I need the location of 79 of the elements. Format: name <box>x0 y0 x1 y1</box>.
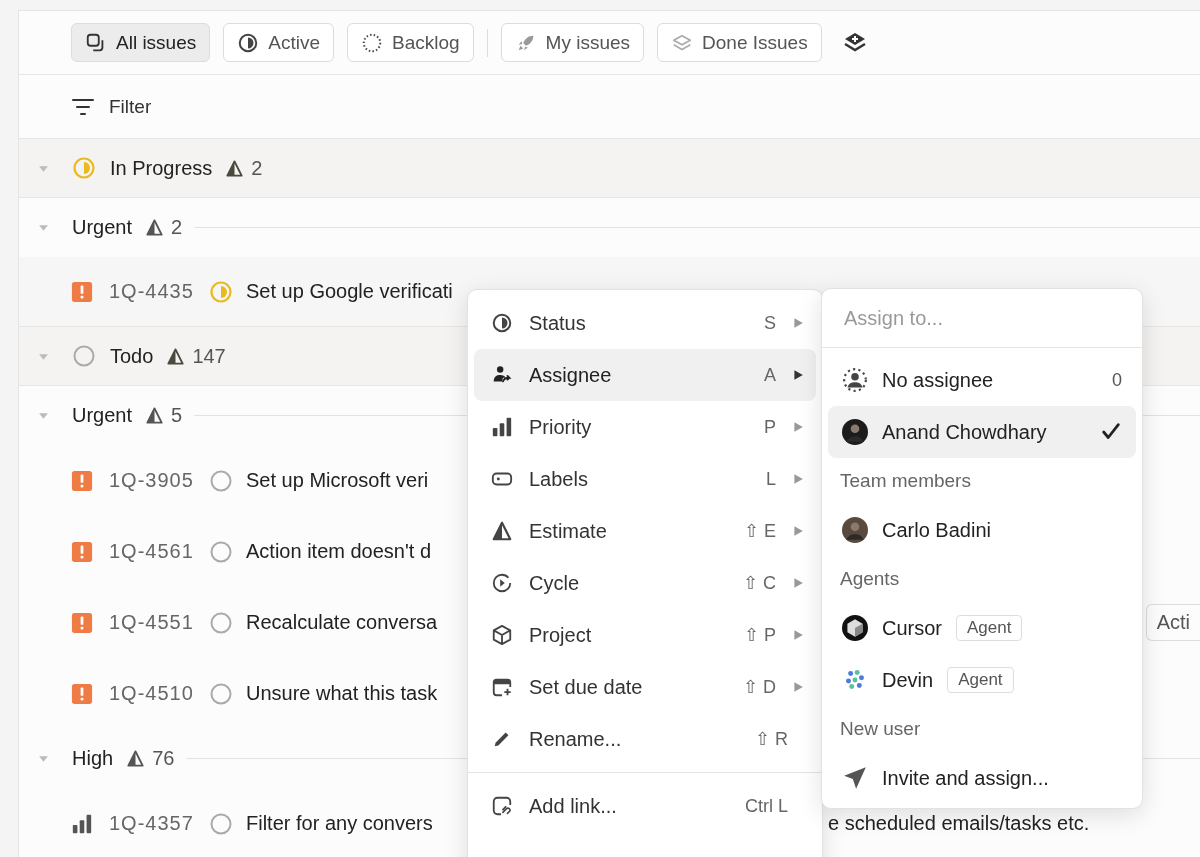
menu-item[interactable]: Status S <box>474 297 816 349</box>
issue-title: Set up Microsoft veri <box>246 469 430 492</box>
menu-item[interactable]: Priority P <box>474 401 816 453</box>
estimate-icon <box>166 346 186 366</box>
issue-title: Recalculate conversa <box>246 611 439 634</box>
assignee-option[interactable]: No assignee 0 <box>828 354 1136 406</box>
collapse-caret-icon[interactable] <box>38 222 49 233</box>
estimate-icon <box>145 406 165 425</box>
menu-item[interactable]: Set due date ⇧ D <box>474 661 816 713</box>
estimate-count: 2 <box>171 216 183 239</box>
link-icon <box>491 795 513 817</box>
cycle-icon <box>491 572 513 594</box>
view-tab[interactable]: Active <box>223 23 334 62</box>
status-icon <box>491 312 513 334</box>
issue-title: Unsure what this task <box>246 682 439 705</box>
section-heading: Agents <box>839 567 901 591</box>
assignee-option[interactable]: Invite and assign... <box>828 752 1136 804</box>
view-tab[interactable]: Backlog <box>347 23 474 62</box>
menu-item[interactable]: Cycle ⇧ C <box>474 557 816 609</box>
cube-logo-icon <box>842 615 868 641</box>
menu-item[interactable]: Project ⇧ P <box>474 609 816 661</box>
paper-plane-icon <box>842 765 868 791</box>
due-icon <box>491 676 513 698</box>
avatar <box>842 419 868 445</box>
assignee-option[interactable]: Cursor Agent <box>828 602 1136 654</box>
issue-title: Filter for any convers <box>246 812 434 835</box>
estimate-count: 147 <box>192 344 226 368</box>
menu-item[interactable]: Assignee A <box>474 349 816 401</box>
estimate-count: 76 <box>152 747 175 770</box>
todo-circle-icon[interactable] <box>209 468 233 493</box>
collapse-caret-icon[interactable] <box>38 753 49 764</box>
issue-title: Action item doesn't d <box>246 540 433 563</box>
issue-id: 1Q-4435 <box>109 280 195 303</box>
filter-button[interactable]: Filter <box>71 94 152 119</box>
section-heading: New user <box>839 717 922 741</box>
avatar <box>842 517 868 543</box>
issue-title: e scheduled emails/tasks etc. <box>828 812 1090 835</box>
todo-circle-icon[interactable] <box>209 811 233 836</box>
estimate-count: 5 <box>171 404 183 427</box>
priority-heading: Urgent <box>72 404 133 427</box>
collapse-caret-icon[interactable] <box>38 410 49 421</box>
estimate-count: 2 <box>251 156 263 180</box>
estimate-icon <box>225 158 245 178</box>
section-heading: Team members <box>839 469 972 493</box>
dotted-circle-icon <box>361 31 383 54</box>
menu-item[interactable]: Add link... Ctrl L <box>474 780 816 832</box>
in-progress-icon[interactable] <box>209 279 233 304</box>
priority-heading: High <box>72 747 114 770</box>
estimate-icon <box>126 749 146 768</box>
view-tab[interactable]: All issues <box>71 23 211 62</box>
half-circle-icon <box>237 31 260 54</box>
search-field[interactable]: Assign to... <box>822 289 1142 348</box>
issue-title: Set up Google verificati <box>246 280 454 303</box>
issue-id: 1Q-4357 <box>109 812 195 835</box>
estimate-icon <box>491 520 513 542</box>
menu-item[interactable]: Rename... ⇧ R <box>474 713 816 765</box>
todo-circle-icon[interactable] <box>209 681 233 706</box>
issue-id: 1Q-3905 <box>109 469 195 492</box>
todo-circle-icon[interactable] <box>209 539 233 564</box>
group-header[interactable]: In Progress 2 <box>19 139 1200 198</box>
group-label: Todo <box>110 344 154 368</box>
priority-icon <box>491 416 513 438</box>
menu-item[interactable]: Labels L <box>474 453 816 505</box>
label-chip: Acti <box>1145 604 1200 641</box>
issue-id: 1Q-4510 <box>109 682 195 705</box>
assignee-option[interactable]: Carlo Badini <box>828 504 1136 556</box>
issue-id: 1Q-4551 <box>109 611 195 634</box>
view-tab[interactable]: Done Issues <box>657 23 822 62</box>
assignee-option[interactable]: Anand Chowdhary <box>828 406 1136 458</box>
issue-id: 1Q-4561 <box>109 540 195 563</box>
todo-circle-icon[interactable] <box>209 610 233 635</box>
menu-item[interactable]: Estimate ⇧ E <box>474 505 816 557</box>
assignee-option[interactable]: Devin Agent <box>828 654 1136 706</box>
view-tab[interactable]: My issues <box>500 23 645 62</box>
priority-heading: Urgent <box>72 216 133 239</box>
no-assignee-icon <box>842 367 868 393</box>
group-label: In Progress <box>110 156 213 180</box>
estimate-icon <box>145 218 165 237</box>
project-icon <box>491 624 513 646</box>
